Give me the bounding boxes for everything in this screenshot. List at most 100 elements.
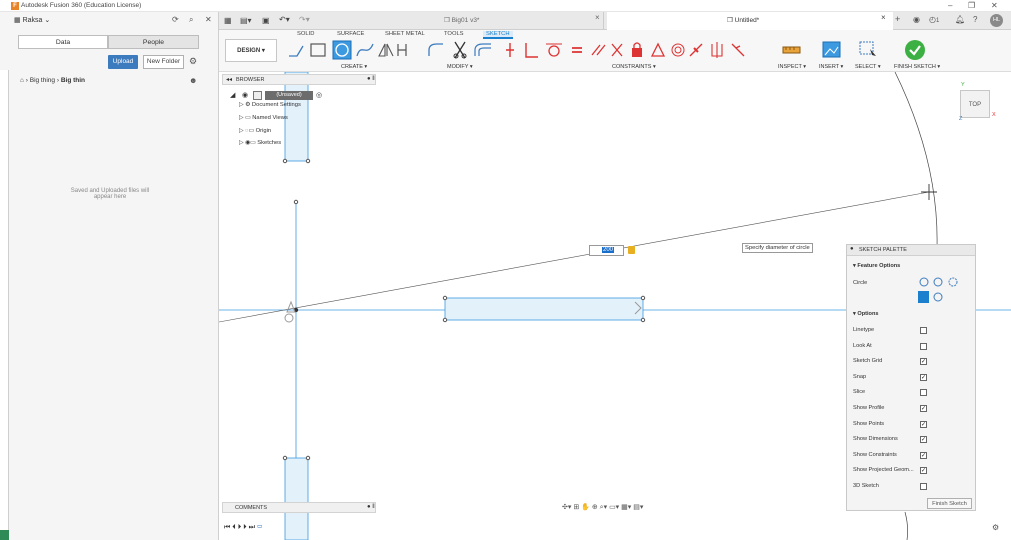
options-header[interactable]: ▾ Options bbox=[853, 311, 879, 317]
zoom-icon[interactable]: ⊕ bbox=[592, 504, 598, 511]
sketch-point[interactable] bbox=[640, 317, 646, 323]
palette-option-checkbox[interactable] bbox=[920, 342, 927, 350]
curvature-constraint-icon[interactable] bbox=[731, 43, 745, 57]
select-icon[interactable] bbox=[859, 41, 879, 59]
sketch-point[interactable] bbox=[282, 158, 288, 164]
extensions-icon[interactable]: ◉ bbox=[913, 15, 920, 24]
timeline-sketch-icon[interactable]: ▭ bbox=[257, 524, 263, 531]
offset-tool-icon[interactable] bbox=[474, 43, 491, 56]
job-status-icon[interactable]: ◴1 bbox=[929, 15, 939, 24]
eye-icon[interactable]: ◉ bbox=[242, 91, 248, 99]
fit-icon[interactable]: ⌕▾ bbox=[600, 504, 607, 511]
measure-icon[interactable] bbox=[782, 42, 802, 60]
coincident-constraint-icon[interactable] bbox=[506, 43, 514, 57]
close-tab-icon[interactable]: × bbox=[595, 13, 600, 22]
tangent-constraint-icon[interactable] bbox=[546, 43, 562, 57]
notifications-icon[interactable]: 🔔︎ bbox=[955, 15, 965, 24]
constraints-menu[interactable]: CONSTRAINTS ▾ bbox=[612, 64, 656, 70]
browser-item-origin[interactable]: ▷ ◌▭ Origin bbox=[239, 128, 271, 134]
tab-sketch[interactable]: SKETCH bbox=[483, 31, 513, 39]
help-icon[interactable]: ? bbox=[973, 15, 977, 24]
grid-settings-icon[interactable]: ▦▾ bbox=[621, 504, 631, 511]
three-point-circle-icon[interactable] bbox=[948, 277, 958, 287]
new-tab-icon[interactable]: + bbox=[895, 14, 900, 24]
close-button[interactable]: ✕ bbox=[991, 1, 998, 10]
undo-icon[interactable]: ↶▾ bbox=[279, 15, 290, 24]
lock-icon[interactable] bbox=[628, 246, 635, 254]
palette-option-checkbox[interactable]: ✓ bbox=[920, 420, 927, 428]
trim-tool-icon[interactable] bbox=[453, 41, 467, 59]
inspect-menu[interactable]: INSPECT ▾ bbox=[778, 64, 806, 70]
select-menu[interactable]: SELECT ▾ bbox=[855, 64, 881, 70]
line-tool-icon[interactable] bbox=[289, 45, 304, 57]
equal-constraint-icon[interactable] bbox=[572, 47, 582, 53]
sketch-point[interactable] bbox=[282, 455, 288, 461]
pan-icon[interactable]: ✋ bbox=[581, 504, 590, 511]
pin-icon[interactable]: ● ‖ bbox=[367, 76, 375, 82]
tab-data[interactable]: Data bbox=[18, 35, 108, 49]
finish-sketch-button[interactable]: Finish Sketch bbox=[927, 498, 972, 509]
breadcrumb-big-thin[interactable]: Big thin bbox=[61, 77, 85, 84]
tab-surface[interactable]: SURFACE bbox=[337, 31, 364, 37]
refresh-icon[interactable]: ⟳ bbox=[172, 15, 179, 24]
look-at-icon[interactable]: ⊞ bbox=[573, 504, 579, 511]
tab-sheet-metal[interactable]: SHEET METAL bbox=[385, 31, 425, 37]
upload-button[interactable]: Upload bbox=[108, 55, 138, 69]
palette-option-checkbox[interactable]: ✓ bbox=[920, 405, 927, 412]
palette-option-checkbox[interactable] bbox=[920, 483, 927, 490]
pin-icon[interactable]: ● ‖ bbox=[367, 504, 375, 510]
fix-constraint-icon[interactable] bbox=[632, 42, 642, 57]
dimension-tool-icon[interactable] bbox=[397, 44, 407, 56]
orbit-icon[interactable]: ✣▾ bbox=[562, 504, 571, 511]
team-selector[interactable]: ▦ Raksa ⌄ bbox=[14, 16, 50, 24]
file-menu-icon[interactable]: ▤▾ bbox=[240, 16, 252, 25]
sketch-point[interactable] bbox=[640, 295, 646, 301]
palette-pin-icon[interactable]: ● bbox=[850, 246, 854, 252]
settings-gear-icon[interactable]: ⚙ bbox=[992, 523, 999, 532]
mirror-tool-icon[interactable] bbox=[378, 43, 394, 57]
close-tab-icon[interactable]: × bbox=[881, 13, 886, 22]
restore-button[interactable]: ❐ bbox=[968, 1, 975, 10]
tab-tools[interactable]: TOOLS bbox=[444, 31, 464, 37]
tab-solid[interactable]: SOLID bbox=[297, 31, 314, 37]
minimize-button[interactable]: – bbox=[948, 1, 952, 10]
finish-sketch-menu[interactable]: FINISH SKETCH ▾ bbox=[894, 64, 940, 70]
browser-item-named-views[interactable]: ▷ ▭ Named Views bbox=[239, 115, 288, 121]
search-icon[interactable]: ⌕ bbox=[189, 15, 193, 25]
display-settings-icon[interactable]: ▭▾ bbox=[609, 504, 619, 511]
redo-icon[interactable]: ↷▾ bbox=[299, 15, 310, 24]
midpoint-constraint-icon[interactable] bbox=[689, 43, 703, 57]
sketch-rect-top[interactable] bbox=[284, 72, 309, 162]
unsaved-label[interactable]: (Unsaved) bbox=[265, 91, 313, 100]
gear-icon[interactable]: ⚙ bbox=[189, 56, 197, 67]
circle-tool-icon[interactable] bbox=[332, 40, 352, 60]
rectangle-tool-icon[interactable] bbox=[310, 43, 326, 57]
collapse-icon[interactable]: ◂◂ bbox=[226, 76, 232, 83]
timeline-play-icon[interactable]: ⏵ bbox=[238, 524, 242, 531]
sketch-point[interactable] bbox=[305, 158, 311, 164]
breadcrumb-big-thing[interactable]: Big thing bbox=[30, 77, 55, 84]
create-menu[interactable]: CREATE ▾ bbox=[341, 64, 367, 70]
left-scroll-strip[interactable] bbox=[0, 70, 9, 530]
browser-item-document-settings[interactable]: ▷ ⚙ Document Settings bbox=[239, 102, 301, 108]
sketch-point[interactable] bbox=[442, 317, 448, 323]
browser-root[interactable]: ◢ ◉ (Unsaved) ◎ bbox=[230, 90, 340, 102]
new-folder-button[interactable]: New Folder bbox=[143, 55, 184, 69]
insert-menu[interactable]: INSERT ▾ bbox=[819, 64, 843, 70]
apps-grid-icon[interactable]: ▦ bbox=[224, 16, 232, 25]
feature-options-header[interactable]: ▾ Feature Options bbox=[853, 263, 900, 269]
tab-people[interactable]: People bbox=[108, 35, 199, 49]
palette-option-checkbox[interactable]: ✓ bbox=[920, 358, 927, 366]
diameter-input[interactable]: 200 bbox=[589, 245, 624, 256]
timeline-prev-icon[interactable]: ⏴ bbox=[232, 524, 236, 531]
concentric-constraint-icon[interactable] bbox=[671, 43, 685, 57]
symmetry-constraint-icon[interactable] bbox=[711, 42, 723, 58]
browser-item-sketches[interactable]: ▷ ◉▭ Sketches bbox=[239, 140, 281, 146]
tab-untitled[interactable]: ❒ Untitled* bbox=[607, 12, 893, 30]
expand-triangle-icon[interactable]: ◢ bbox=[230, 91, 235, 99]
home-icon[interactable]: ⌂ bbox=[20, 77, 24, 84]
viewcube[interactable]: TOP bbox=[960, 90, 990, 118]
palette-option-checkbox[interactable]: ✓ bbox=[920, 373, 927, 381]
timeline-end-icon[interactable]: ⏭ bbox=[249, 524, 255, 531]
palette-option-checkbox[interactable] bbox=[920, 389, 927, 397]
